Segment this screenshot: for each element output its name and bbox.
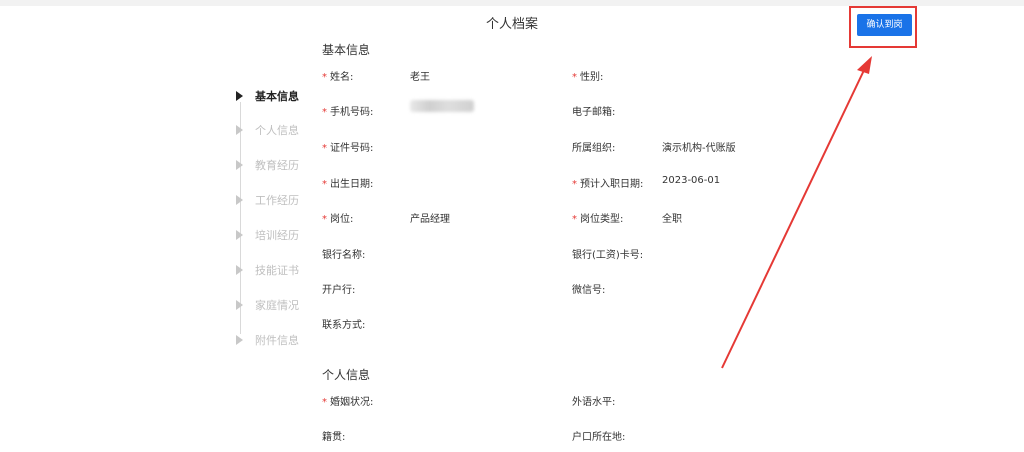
phone-value-blurred bbox=[410, 100, 474, 112]
field-label-native: 籍贯: bbox=[322, 432, 346, 443]
field-value-name: 老王 bbox=[410, 72, 430, 83]
field-label-entry-date: * 预计入职日期: bbox=[572, 179, 644, 190]
highlight-box bbox=[849, 6, 917, 48]
section-title-basic: 基本信息 bbox=[322, 43, 371, 57]
field-label-phone: * 手机号码: bbox=[322, 107, 374, 118]
field-value-org: 演示机构-代账版 bbox=[662, 143, 736, 154]
profile-page bbox=[0, 6, 1024, 452]
triangle-icon bbox=[236, 300, 243, 310]
field-label-birth: * 出生日期: bbox=[322, 179, 374, 190]
triangle-icon bbox=[236, 335, 243, 345]
field-label-post-type: * 岗位类型: bbox=[572, 214, 624, 225]
field-label-name: * 姓名: bbox=[322, 72, 354, 83]
field-label-email: 电子邮箱: bbox=[572, 107, 616, 118]
triangle-icon bbox=[236, 265, 243, 275]
nav-item-personal-info[interactable]: 个人信息 bbox=[236, 121, 299, 139]
nav-item-label: 工作经历 bbox=[255, 194, 299, 207]
nav-item-education[interactable]: 教育经历 bbox=[236, 156, 299, 174]
field-label-bank: 银行名称: bbox=[322, 250, 366, 261]
nav-item-attachments[interactable]: 附件信息 bbox=[236, 331, 299, 349]
section-title-personal: 个人信息 bbox=[322, 368, 371, 382]
field-label-branch: 开户行: bbox=[322, 285, 356, 296]
field-label-marital: * 婚姻状况: bbox=[322, 397, 374, 408]
nav-item-label: 附件信息 bbox=[255, 334, 299, 347]
triangle-icon bbox=[236, 91, 243, 101]
nav-item-training[interactable]: 培训经历 bbox=[236, 226, 299, 244]
nav-item-certificates[interactable]: 技能证书 bbox=[236, 261, 299, 279]
triangle-icon bbox=[236, 195, 243, 205]
nav-item-label: 基本信息 bbox=[255, 90, 299, 103]
field-value-post-type: 全职 bbox=[662, 214, 682, 225]
nav-item-label: 技能证书 bbox=[255, 264, 299, 277]
nav-item-family[interactable]: 家庭情况 bbox=[236, 296, 299, 314]
nav-item-label: 家庭情况 bbox=[255, 299, 299, 312]
field-label-language: 外语水平: bbox=[572, 397, 616, 408]
field-value-entry-date: 2023-06-01 bbox=[662, 175, 721, 186]
nav-item-label: 个人信息 bbox=[255, 124, 299, 137]
field-label-hukou: 户口所在地: bbox=[572, 432, 626, 443]
field-label-org: 所属组织: bbox=[572, 143, 616, 154]
nav-item-label: 培训经历 bbox=[255, 229, 299, 242]
nav-item-basic-info[interactable]: 基本信息 bbox=[236, 87, 299, 105]
field-value-post: 产品经理 bbox=[410, 214, 450, 225]
triangle-icon bbox=[236, 160, 243, 170]
triangle-icon bbox=[236, 230, 243, 240]
field-label-post: * 岗位: bbox=[322, 214, 354, 225]
field-label-id: * 证件号码: bbox=[322, 143, 374, 154]
nav-item-label: 教育经历 bbox=[255, 159, 299, 172]
field-label-wechat: 微信号: bbox=[572, 285, 606, 296]
field-label-contact: 联系方式: bbox=[322, 320, 366, 331]
section-nav: 基本信息 个人信息 教育经历 工作经历 培训经历 技能证书 家庭情况 附件信息 bbox=[236, 0, 336, 452]
triangle-icon bbox=[236, 125, 243, 135]
field-label-gender: * 性别: bbox=[572, 72, 604, 83]
field-label-bank-card: 银行(工资)卡号: bbox=[572, 250, 644, 261]
nav-item-work[interactable]: 工作经历 bbox=[236, 191, 299, 209]
